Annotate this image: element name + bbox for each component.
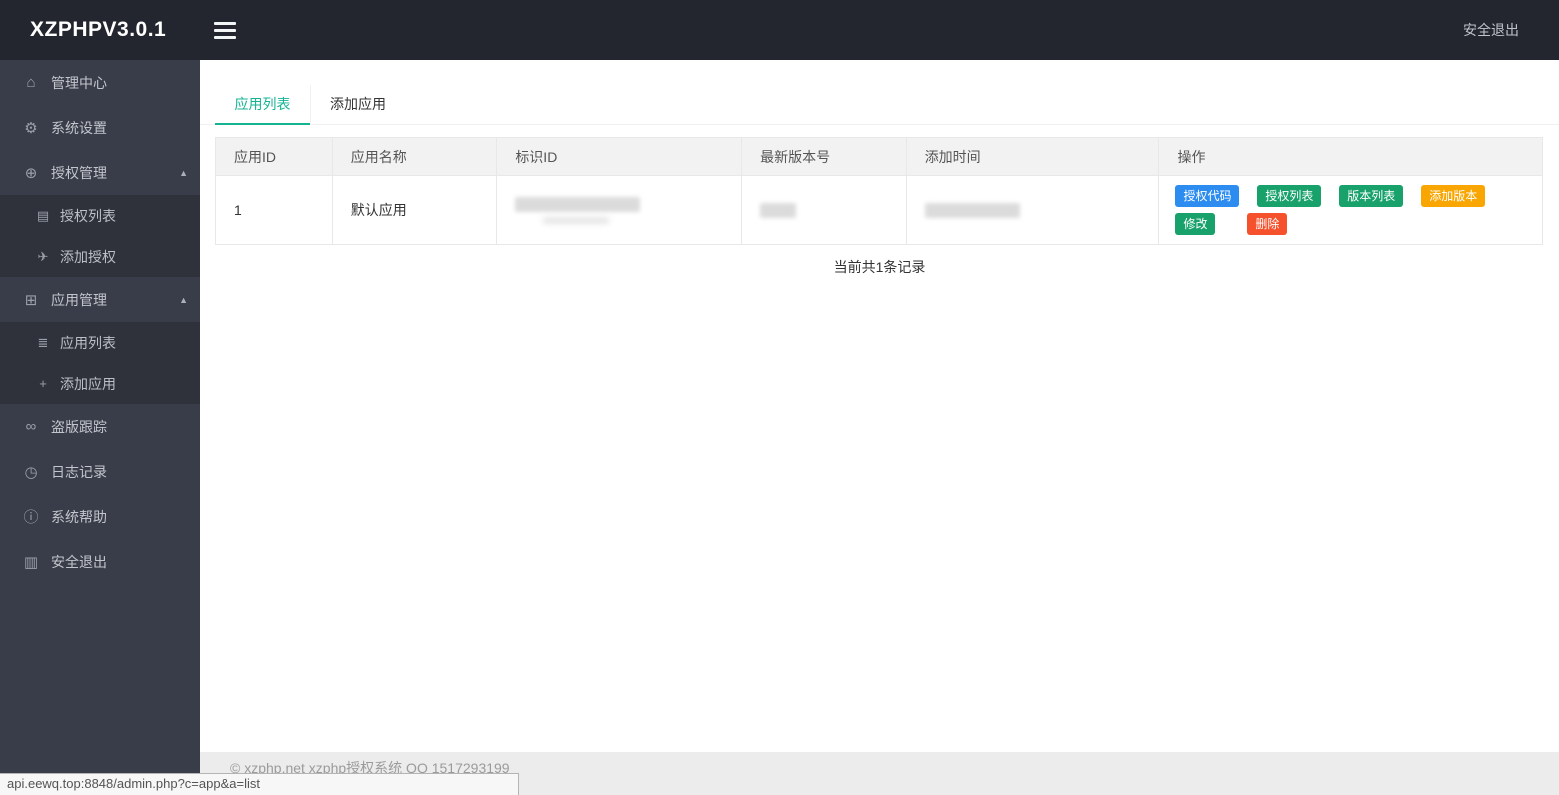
grid-icon: ⊞	[24, 291, 38, 309]
sidebar-item-label: 系统帮助	[51, 508, 107, 525]
clock-icon: ◷	[24, 463, 38, 481]
col-header-app-id: 应用ID	[215, 137, 333, 176]
hamburger-bar	[214, 21, 236, 25]
sidebar-item-admin-center[interactable]: ⌂ 管理中心	[0, 60, 200, 105]
sidebar-item-label: 日志记录	[51, 463, 107, 480]
main-layout: ⌂ 管理中心 ⚙ 系统设置 ⊕ 授权管理 ▲ ▤ 授权列表 ✈ 添加授权 ⊞ 应…	[0, 60, 1559, 795]
globe-icon: ⊕	[24, 164, 38, 182]
app-table-wrap: 应用ID 应用名称 标识ID 最新版本号 添加时间 操作 1 默认应用 授权代码…	[215, 137, 1543, 245]
sidebar-item-log-records[interactable]: ◷ 日志记录	[0, 449, 200, 494]
sidebar-item-piracy-tracking[interactable]: ∞ 盗版跟踪	[0, 404, 200, 449]
topbar-logout-link[interactable]: 安全退出	[1463, 20, 1559, 40]
send-icon: ✈	[37, 248, 49, 264]
redacted-app-key	[515, 196, 641, 212]
info-icon: ⓘ	[23, 509, 39, 526]
sidebar-item-app-list[interactable]: ≣ 应用列表	[0, 322, 200, 363]
sidebar: ⌂ 管理中心 ⚙ 系统设置 ⊕ 授权管理 ▲ ▤ 授权列表 ✈ 添加授权 ⊞ 应…	[0, 60, 200, 795]
sidebar-item-add-app[interactable]: + 添加应用	[0, 363, 200, 404]
sidebar-item-label: 授权管理	[51, 164, 107, 181]
app-submenu: ≣ 应用列表 + 添加应用	[0, 322, 200, 404]
table-header-row: 应用ID 应用名称 标识ID 最新版本号 添加时间 操作	[215, 137, 1543, 176]
col-header-actions: 操作	[1158, 137, 1543, 176]
sidebar-item-label: 盗版跟踪	[51, 418, 107, 435]
redacted-created-at	[924, 202, 1020, 218]
version-list-button[interactable]: 版本列表	[1339, 185, 1404, 207]
license-code-button[interactable]: 授权代码	[1175, 185, 1240, 207]
sidebar-item-label: 系统设置	[51, 119, 107, 136]
app-table: 应用ID 应用名称 标识ID 最新版本号 添加时间 操作 1 默认应用 授权代码…	[215, 137, 1543, 245]
sidebar-item-license-management[interactable]: ⊕ 授权管理 ▲	[0, 150, 200, 195]
redacted-app-key-shadow	[543, 216, 610, 224]
col-header-app-key: 标识ID	[496, 137, 743, 176]
tab-bar: 应用列表 添加应用	[200, 85, 1559, 125]
license-list-button[interactable]: 授权列表	[1257, 185, 1322, 207]
plus-icon: +	[39, 376, 47, 391]
hamburger-bar	[214, 28, 236, 32]
record-count-text: 当前共1条记录	[833, 259, 926, 275]
sidebar-item-system-settings[interactable]: ⚙ 系统设置	[0, 105, 200, 150]
sidebar-item-system-help[interactable]: ⓘ 系统帮助	[0, 494, 200, 539]
edit-button[interactable]: 修改	[1175, 213, 1216, 235]
col-header-created-at: 添加时间	[905, 137, 1160, 176]
license-submenu: ▤ 授权列表 ✈ 添加授权	[0, 195, 200, 277]
hamburger-bar	[214, 35, 236, 39]
home-icon: ⌂	[26, 74, 36, 91]
tab-add-app[interactable]: 添加应用	[310, 85, 405, 125]
cell-actions: 授权代码 授权列表 版本列表 添加版本 修改 删除	[1158, 175, 1543, 245]
redacted-latest-version	[760, 202, 797, 218]
sidebar-item-label: 添加授权	[60, 248, 116, 265]
col-header-app-name: 应用名称	[331, 137, 498, 176]
delete-button[interactable]: 删除	[1247, 213, 1288, 235]
sidebar-item-label: 应用管理	[51, 291, 107, 308]
top-bar: XZPHPV3.0.1 安全退出	[0, 0, 1559, 60]
col-header-latest-version: 最新版本号	[741, 137, 907, 176]
sidebar-item-label: 管理中心	[51, 74, 107, 91]
hamburger-menu-icon[interactable]	[208, 12, 242, 49]
cell-app-name: 默认应用	[331, 175, 498, 245]
sidebar-item-add-license[interactable]: ✈ 添加授权	[0, 236, 200, 277]
chevron-up-icon: ▲	[179, 167, 188, 178]
content-area: 应用列表 添加应用 应用ID 应用名称 标识ID 最新版本号 添加时间 操作 1…	[200, 60, 1559, 795]
link-icon: ∞	[25, 418, 37, 435]
sidebar-item-label: 安全退出	[51, 553, 107, 570]
sidebar-item-label: 添加应用	[60, 375, 116, 392]
cell-app-id: 1	[215, 175, 333, 245]
sidebar-item-license-list[interactable]: ▤ 授权列表	[0, 195, 200, 236]
browser-status-bar: api.eewq.top:8848/admin.php?c=app&a=list	[0, 773, 519, 795]
table-row: 1 默认应用 授权代码 授权列表 版本列表 添加版本 修改 删除	[215, 175, 1543, 245]
cell-latest-version	[741, 175, 907, 245]
document-icon: ▤	[36, 207, 50, 223]
sidebar-item-label: 应用列表	[60, 334, 116, 351]
sidebar-item-label: 授权列表	[60, 207, 116, 224]
app-title: XZPHPV3.0.1	[30, 18, 167, 41]
layers-icon: ≣	[37, 334, 49, 350]
sidebar-item-app-management[interactable]: ⊞ 应用管理 ▲	[0, 277, 200, 322]
add-version-button[interactable]: 添加版本	[1421, 185, 1486, 207]
gear-icon: ⚙	[24, 119, 38, 137]
chevron-up-icon: ▲	[179, 294, 188, 305]
cell-created-at	[905, 175, 1160, 245]
sidebar-item-logout[interactable]: ▥ 安全退出	[0, 539, 200, 584]
cell-app-key	[496, 175, 743, 245]
trash-icon: ▥	[23, 553, 39, 571]
tab-app-list[interactable]: 应用列表	[215, 85, 310, 125]
